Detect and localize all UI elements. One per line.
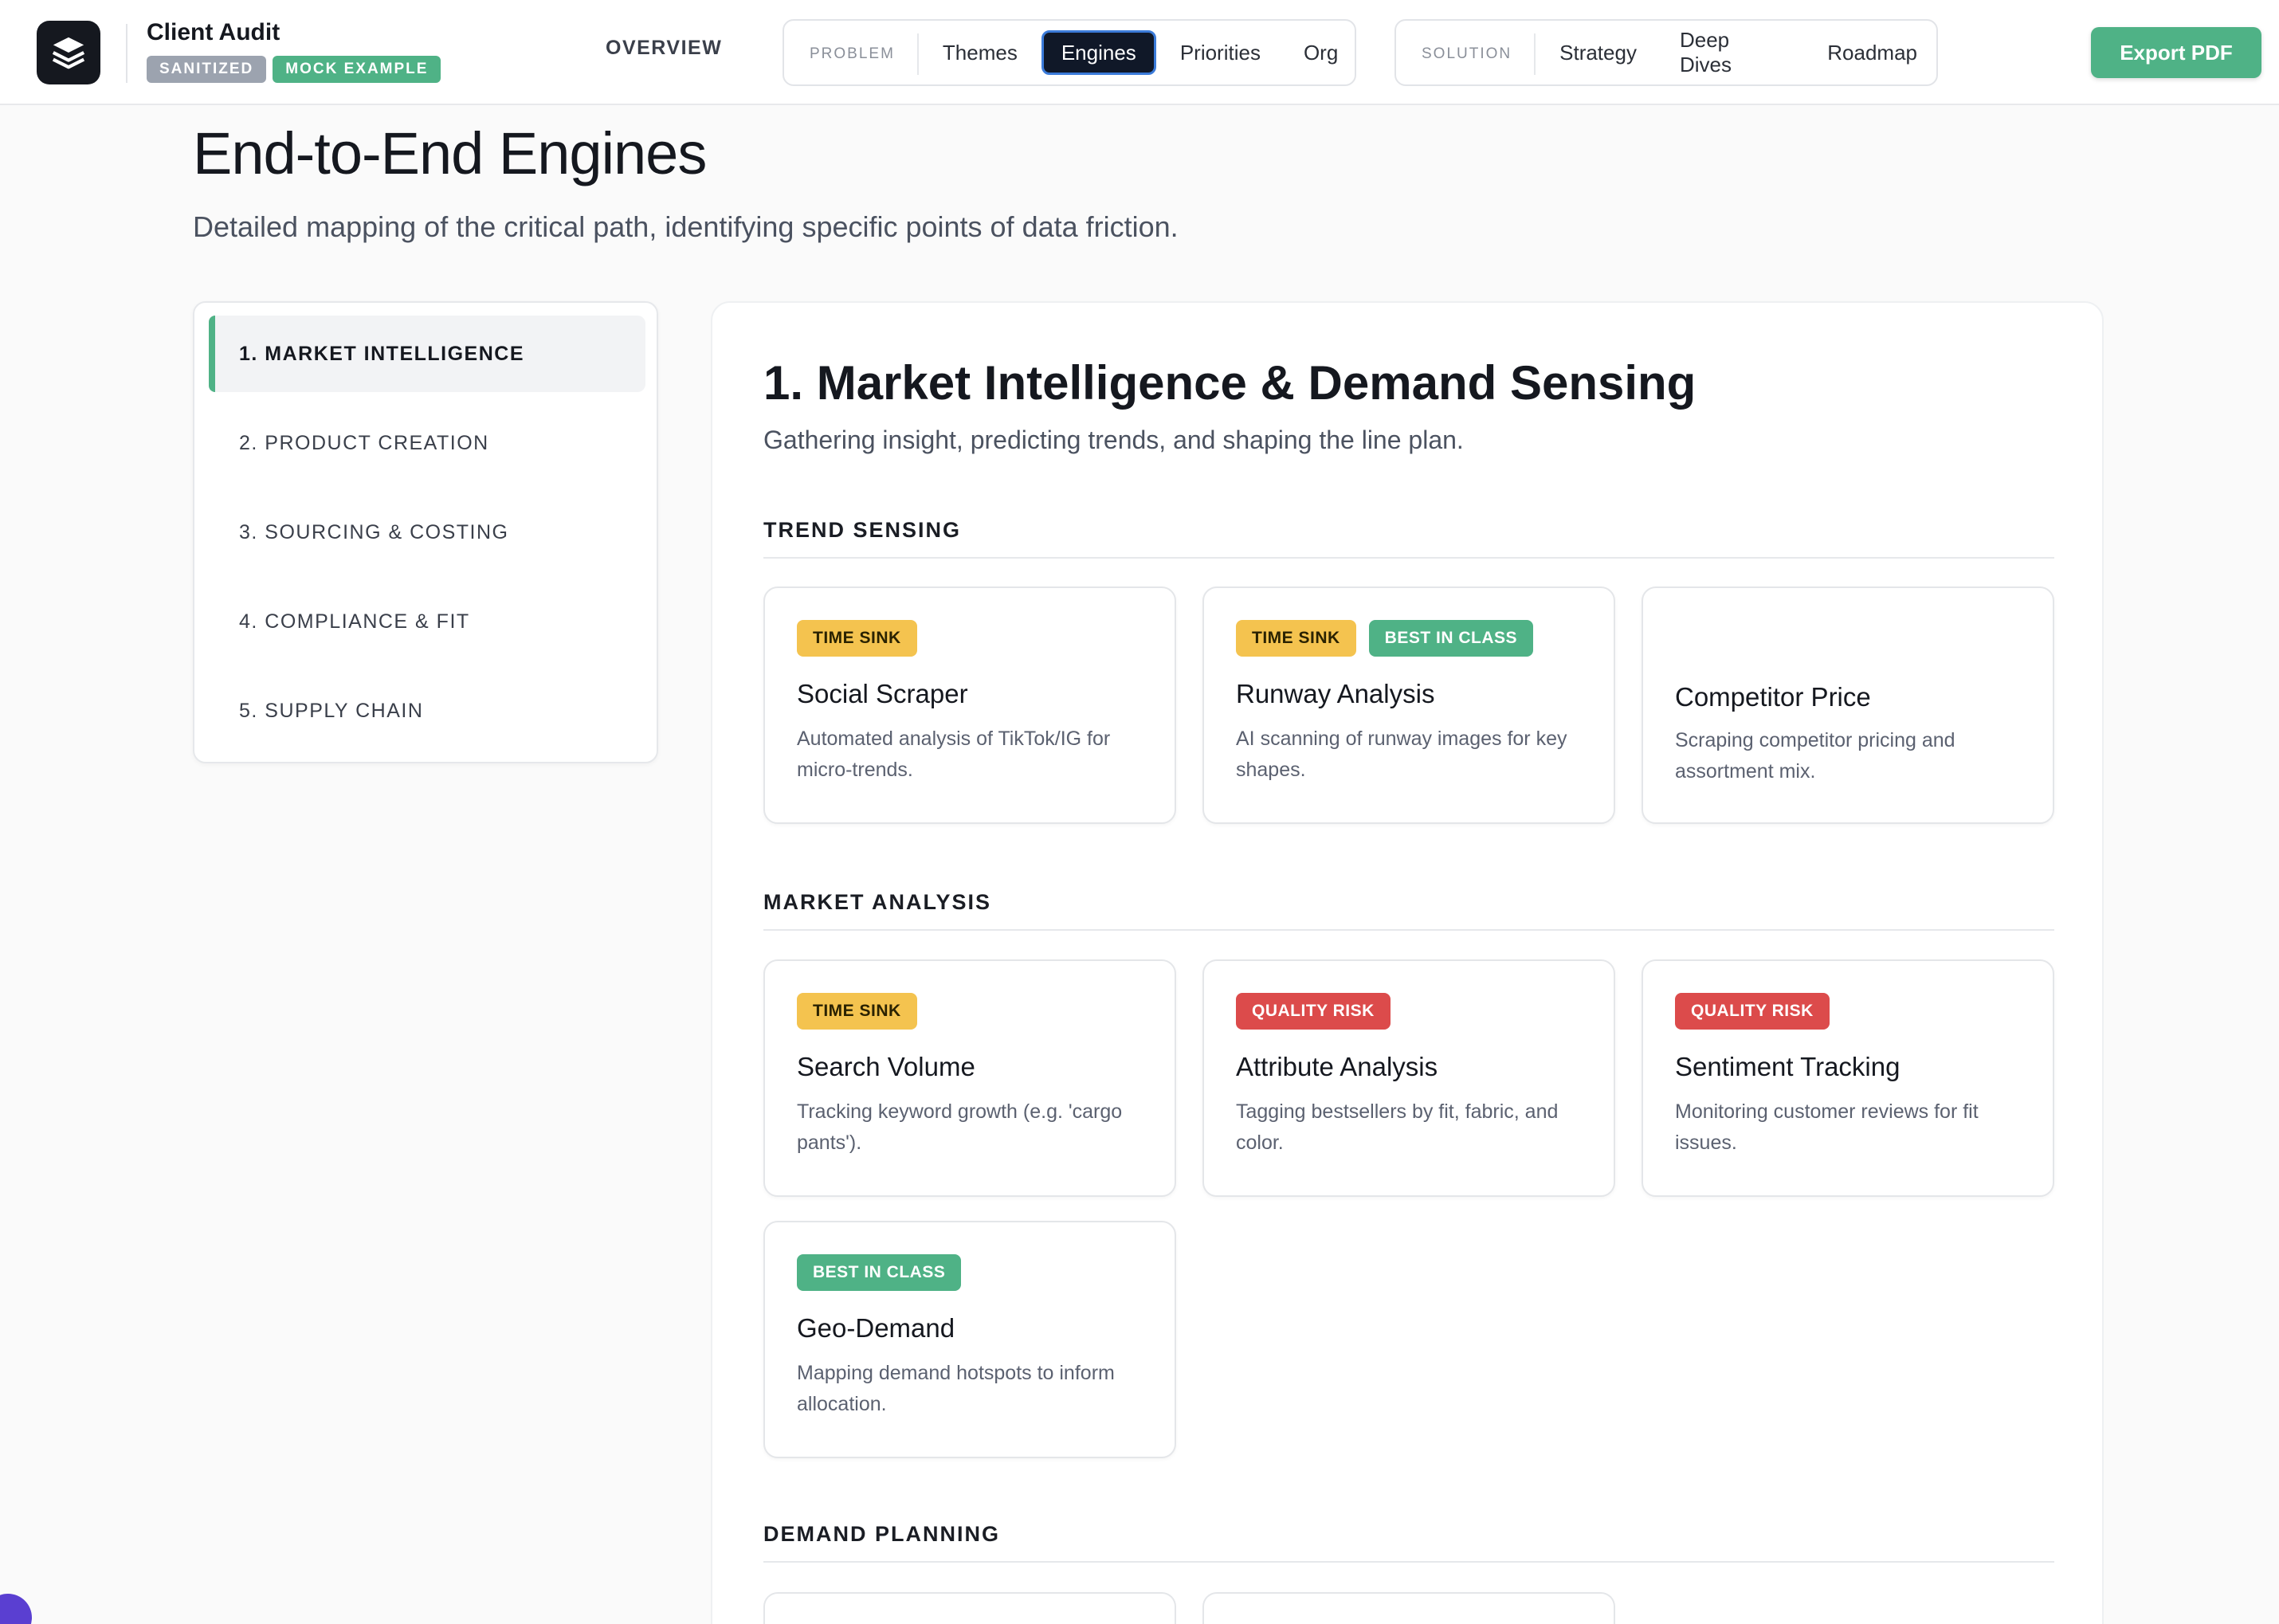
card-title: Competitor Price (1675, 682, 1871, 712)
tab-strategy[interactable]: Strategy (1540, 30, 1656, 75)
app-badges: SANITIZED MOCK EXAMPLE (147, 56, 441, 83)
nav-overview[interactable]: OVERVIEW (606, 37, 722, 60)
app-logo[interactable] (37, 21, 100, 84)
group-heading-market-analysis: MARKET ANALYSIS (763, 890, 2054, 931)
card-description: AI scanning of runway images for key sha… (1236, 728, 1567, 781)
section-subtitle: Gathering insight, predicting trends, an… (763, 426, 1464, 454)
card-tags: TIME SINK (797, 620, 917, 657)
engine-card-search-volume[interactable]: TIME SINK Search Volume Tracking keyword… (763, 959, 1176, 1197)
engine-sidebar: 1. MARKET INTELLIGENCE 2. PRODUCT CREATI… (193, 301, 658, 763)
card-tags: TIME SINK (797, 993, 917, 1030)
engine-card-geo-demand[interactable]: BEST IN CLASS Geo-Demand Mapping demand … (763, 1221, 1176, 1458)
engine-card-attribute-analysis[interactable]: QUALITY RISK Attribute Analysis Tagging … (1202, 959, 1615, 1197)
nav-group-problem: PROBLEM Themes Engines Priorities Org (783, 19, 1356, 86)
card-title: Sentiment Tracking (1675, 1052, 1900, 1081)
card-title: Geo-Demand (797, 1313, 955, 1343)
sidebar-item-sourcing-costing[interactable]: 3. SOURCING & COSTING (209, 494, 645, 571)
corner-decoration (0, 1594, 32, 1624)
card-tags: TIME SINK BEST IN CLASS (1236, 620, 1534, 657)
card-description: Automated analysis of TikTok/IG for micr… (797, 728, 1111, 781)
card-title: Search Volume (797, 1052, 975, 1081)
tag-best-in-class: BEST IN CLASS (1368, 620, 1534, 657)
tag-time-sink: TIME SINK (797, 620, 917, 657)
engine-card-social-scraper[interactable]: TIME SINK Social Scraper Automated analy… (763, 586, 1176, 824)
sanitized-badge: SANITIZED (147, 56, 267, 83)
mock-example-badge: MOCK EXAMPLE (273, 56, 441, 83)
nav-group-solution-label: SOLUTION (1396, 33, 1536, 75)
tab-priorities[interactable]: Priorities (1161, 30, 1280, 75)
app-title: Client Audit (147, 19, 280, 45)
sidebar-item-compliance-fit[interactable]: 4. COMPLIANCE & FIT (209, 583, 645, 660)
section-title: 1. Market Intelligence & Demand Sensing (763, 356, 1697, 410)
card-title: Attribute Analysis (1236, 1052, 1438, 1081)
sidebar-item-supply-chain[interactable]: 5. SUPPLY CHAIN (209, 673, 645, 749)
page-subtitle: Detailed mapping of the critical path, i… (193, 210, 1179, 243)
group-heading-trend-sensing: TREND SENSING (763, 518, 2054, 559)
card-description: Tagging bestsellers by fit, fabric, and … (1236, 1100, 1559, 1154)
group-heading-demand-planning: DEMAND PLANNING (763, 1522, 2054, 1563)
card-description: Scraping competitor pricing and assortme… (1675, 729, 1955, 783)
tab-org[interactable]: Org (1285, 30, 1357, 75)
tag-best-in-class: BEST IN CLASS (797, 1254, 962, 1291)
page-title: End-to-End Engines (193, 120, 707, 186)
export-pdf-button[interactable]: Export PDF (2091, 27, 2261, 78)
sidebar-item-product-creation[interactable]: 2. PRODUCT CREATION (209, 405, 645, 481)
tag-quality-risk: QUALITY RISK (1675, 993, 1830, 1030)
tag-quality-risk: QUALITY RISK (1236, 993, 1391, 1030)
engine-card-sentiment-tracking[interactable]: QUALITY RISK Sentiment Tracking Monitori… (1642, 959, 2054, 1197)
tab-roadmap[interactable]: Roadmap (1808, 30, 1936, 75)
card-title: Social Scraper (797, 679, 968, 708)
card-tags: BEST IN CLASS (797, 1254, 962, 1291)
engine-detail-panel: 1. Market Intelligence & Demand Sensing … (711, 301, 2104, 1624)
engine-card-placeholder[interactable] (1202, 1592, 1615, 1624)
tag-time-sink: TIME SINK (797, 993, 917, 1030)
engine-card-runway-analysis[interactable]: TIME SINK BEST IN CLASS Runway Analysis … (1202, 586, 1615, 824)
sidebar-item-market-intelligence[interactable]: 1. MARKET INTELLIGENCE (209, 316, 645, 392)
engine-card-placeholder[interactable] (763, 1592, 1176, 1624)
engine-card-competitor-price[interactable]: Competitor Price Scraping competitor pri… (1642, 586, 2054, 824)
card-description: Tracking keyword growth (e.g. 'cargo pan… (797, 1100, 1123, 1154)
layers-icon (52, 37, 85, 69)
tab-themes[interactable]: Themes (924, 30, 1037, 75)
brand-divider (126, 24, 127, 83)
card-tags: QUALITY RISK (1675, 993, 1830, 1030)
tag-time-sink: TIME SINK (1236, 620, 1356, 657)
tab-deep-dives[interactable]: Deep Dives (1661, 28, 1803, 76)
tab-engines[interactable]: Engines (1041, 30, 1156, 75)
card-tags: QUALITY RISK (1236, 993, 1391, 1030)
card-title: Runway Analysis (1236, 679, 1435, 708)
top-bar: Client Audit SANITIZED MOCK EXAMPLE OVER… (0, 0, 2279, 105)
card-description: Mapping demand hotspots to inform alloca… (797, 1362, 1115, 1415)
nav-group-problem-label: PROBLEM (784, 33, 919, 75)
card-description: Monitoring customer reviews for fit issu… (1675, 1100, 1979, 1154)
nav-group-solution: SOLUTION Strategy Deep Dives Roadmap (1394, 19, 1938, 86)
